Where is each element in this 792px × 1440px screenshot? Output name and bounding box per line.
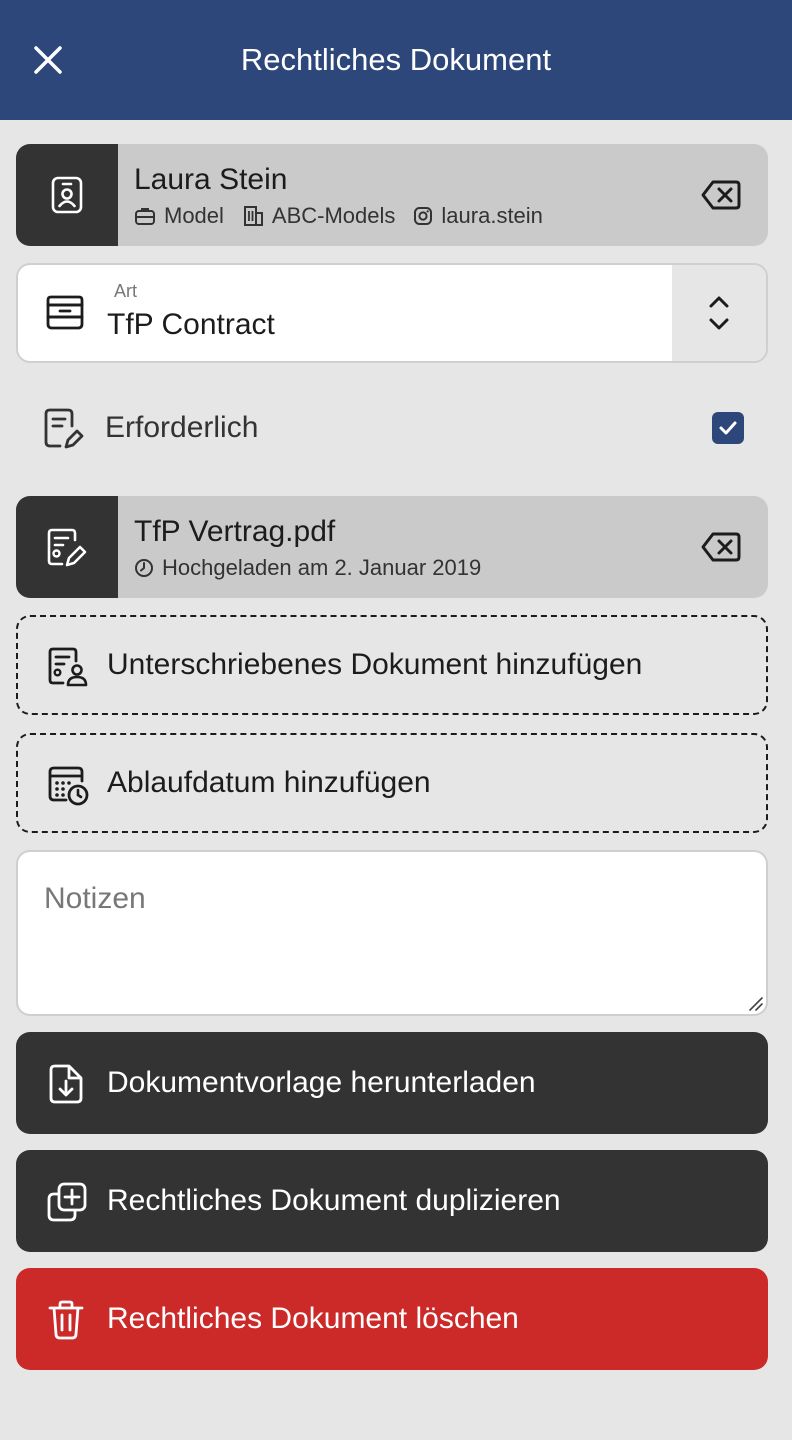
calendar-clock-icon <box>48 766 89 806</box>
briefcase-icon <box>135 208 155 225</box>
add-signed-document-button[interactable]: Unterschriebenes Dokument hinzufügen <box>16 615 768 715</box>
building-icon <box>243 206 263 226</box>
delete-document-button[interactable]: Rechtliches Dokument löschen <box>16 1268 768 1370</box>
document-user-icon <box>48 647 88 687</box>
file-download-icon <box>49 1064 83 1104</box>
clock-icon <box>135 559 153 577</box>
file-upload-text: Hochgeladen am 2. Januar 2019 <box>162 555 482 580</box>
remove-contact-button[interactable] <box>696 173 746 217</box>
type-select[interactable]: Art TfP Contract <box>16 263 768 363</box>
required-label: Erforderlich <box>105 411 259 444</box>
delete-document-label: Rechtliches Dokument löschen <box>107 1302 519 1335</box>
file-meta: Hochgeladen am 2. Januar 2019 <box>134 554 499 582</box>
document-signature-icon <box>44 408 84 449</box>
file-icon-box <box>16 496 118 598</box>
contact-agency-text: ABC-Models <box>271 203 396 228</box>
add-signed-document-label: Unterschriebenes Dokument hinzufügen <box>107 648 643 681</box>
type-select-value: TfP Contract <box>107 308 275 341</box>
checkmark-icon <box>719 421 737 435</box>
contact-meta: Model ABC-Models laura.stein <box>134 202 561 230</box>
duplicate-document-button[interactable]: Rechtliches Dokument duplizieren <box>16 1150 768 1252</box>
download-template-label: Dokumentvorlage herunterladen <box>107 1066 536 1099</box>
contact-agency: ABC-Models <box>242 202 395 230</box>
add-expiry-date-button[interactable]: Ablaufdatum hinzufügen <box>16 733 768 833</box>
app-header: Rechtliches Dokument <box>0 0 792 120</box>
contact-name: Laura Stein <box>134 163 288 196</box>
backspace-icon <box>701 180 741 210</box>
file-upload-date: Hochgeladen am 2. Januar 2019 <box>134 554 481 582</box>
add-expiry-date-label: Ablaufdatum hinzufügen <box>107 766 431 799</box>
contact-card[interactable]: Laura Stein Model ABC-Models laura.stein <box>16 144 768 246</box>
page-title: Rechtliches Dokument <box>240 42 552 77</box>
contact-badge-icon <box>51 176 83 214</box>
archive-box-icon <box>46 295 84 330</box>
required-checkbox[interactable] <box>712 412 744 444</box>
file-card[interactable]: TfP Vertrag.pdf Hochgeladen am 2. Januar… <box>16 496 768 598</box>
backspace-icon <box>701 532 741 562</box>
duplicate-document-label: Rechtliches Dokument duplizieren <box>107 1184 561 1217</box>
contact-instagram: laura.stein <box>413 202 543 230</box>
instagram-icon <box>414 207 433 225</box>
contact-instagram-text: laura.stein <box>441 203 543 228</box>
contact-icon-box <box>16 144 118 246</box>
contact-role: Model <box>134 202 224 230</box>
duplicate-icon <box>47 1182 87 1222</box>
file-name: TfP Vertrag.pdf <box>134 515 336 548</box>
resize-grip-icon[interactable] <box>748 996 764 1012</box>
notes-textarea[interactable] <box>16 850 768 1016</box>
type-select-label: Art <box>114 281 138 301</box>
type-select-toggle[interactable] <box>672 265 766 361</box>
chevron-up-down-icon <box>709 296 729 330</box>
required-row: Erforderlich <box>16 380 768 476</box>
download-template-button[interactable]: Dokumentvorlage herunterladen <box>16 1032 768 1134</box>
contact-role-text: Model <box>164 203 224 228</box>
document-edit-icon <box>47 528 87 567</box>
trash-icon <box>48 1300 84 1340</box>
remove-file-button[interactable] <box>696 525 746 569</box>
